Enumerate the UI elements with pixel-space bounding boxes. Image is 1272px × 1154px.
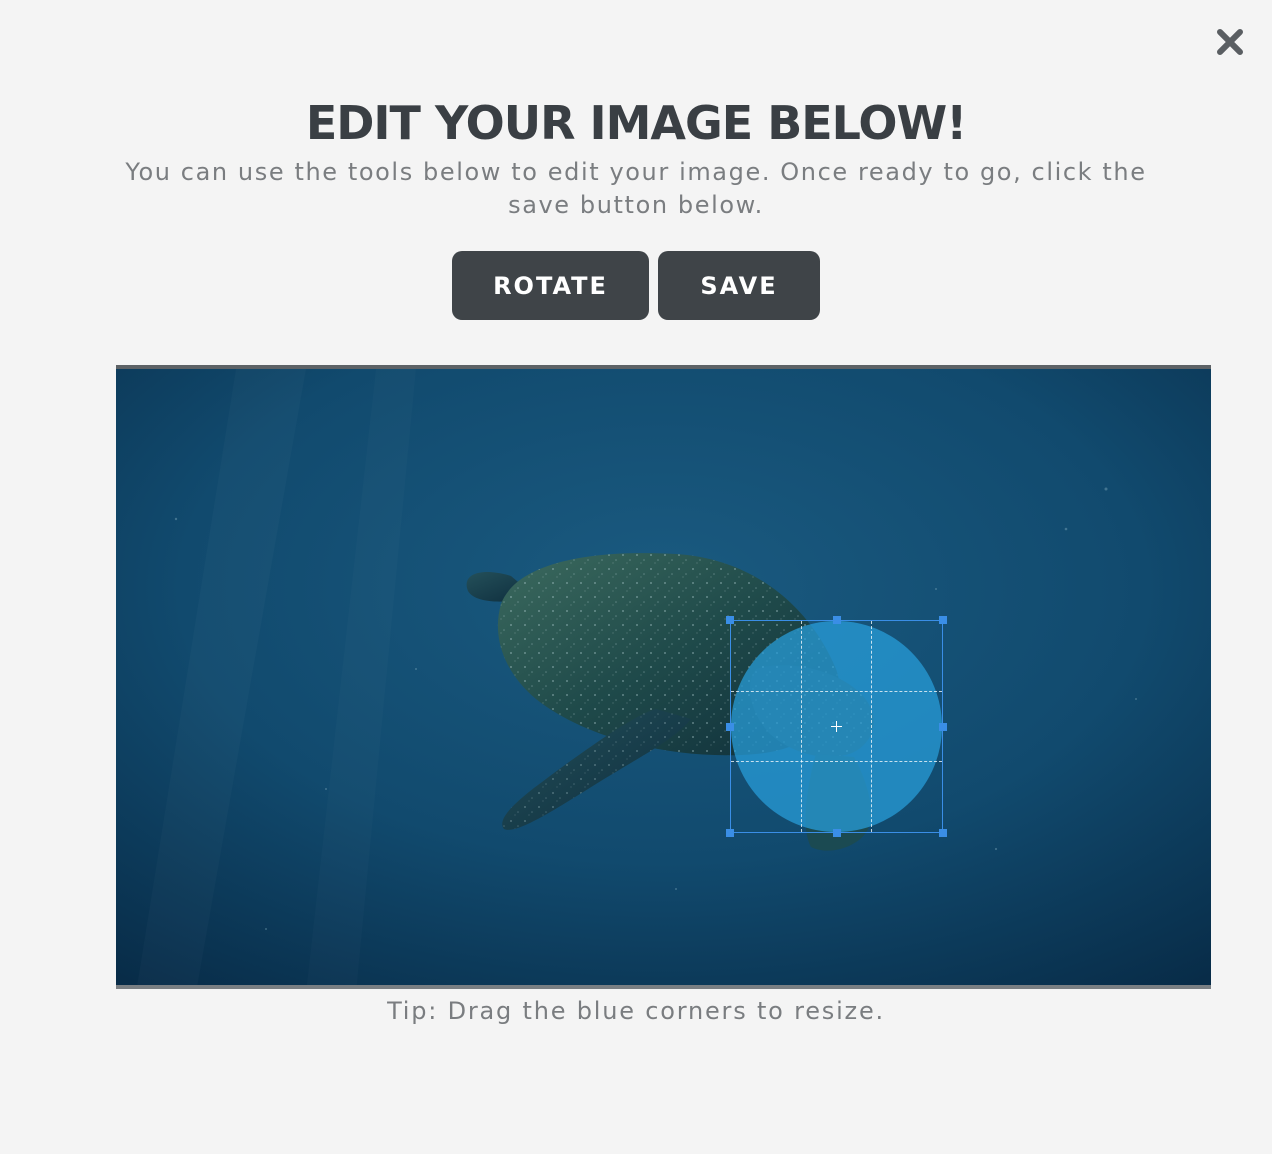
resize-handle-right[interactable]	[939, 723, 947, 731]
image-editor-modal: EDIT YOUR IMAGE BELOW! You can use the t…	[0, 0, 1272, 1154]
resize-handle-top-left[interactable]	[726, 616, 734, 624]
crop-selection[interactable]	[726, 616, 947, 837]
resize-handle-top[interactable]	[833, 616, 841, 624]
resize-handle-top-right[interactable]	[939, 616, 947, 624]
close-icon	[1217, 29, 1243, 55]
turtle-photo	[116, 369, 1211, 985]
grid-guide	[731, 691, 942, 692]
instructions-text: You can use the tools below to edit your…	[125, 158, 1147, 219]
rotate-button[interactable]: ROTATE	[452, 251, 649, 320]
close-button[interactable]	[1212, 24, 1248, 60]
grid-guide	[871, 621, 872, 832]
grid-guide	[731, 761, 942, 762]
resize-handle-bottom-left[interactable]	[726, 829, 734, 837]
save-button[interactable]: SAVE	[658, 251, 820, 320]
tip-text: Tip: Drag the blue corners to resize.	[387, 997, 885, 1025]
crosshair-icon	[831, 721, 842, 732]
resize-handle-bottom[interactable]	[833, 829, 841, 837]
grid-guide	[801, 621, 802, 832]
page-title: EDIT YOUR IMAGE BELOW!	[305, 96, 967, 150]
resize-handle-left[interactable]	[726, 723, 734, 731]
resize-handle-bottom-right[interactable]	[939, 829, 947, 837]
image-canvas[interactable]	[116, 365, 1211, 989]
